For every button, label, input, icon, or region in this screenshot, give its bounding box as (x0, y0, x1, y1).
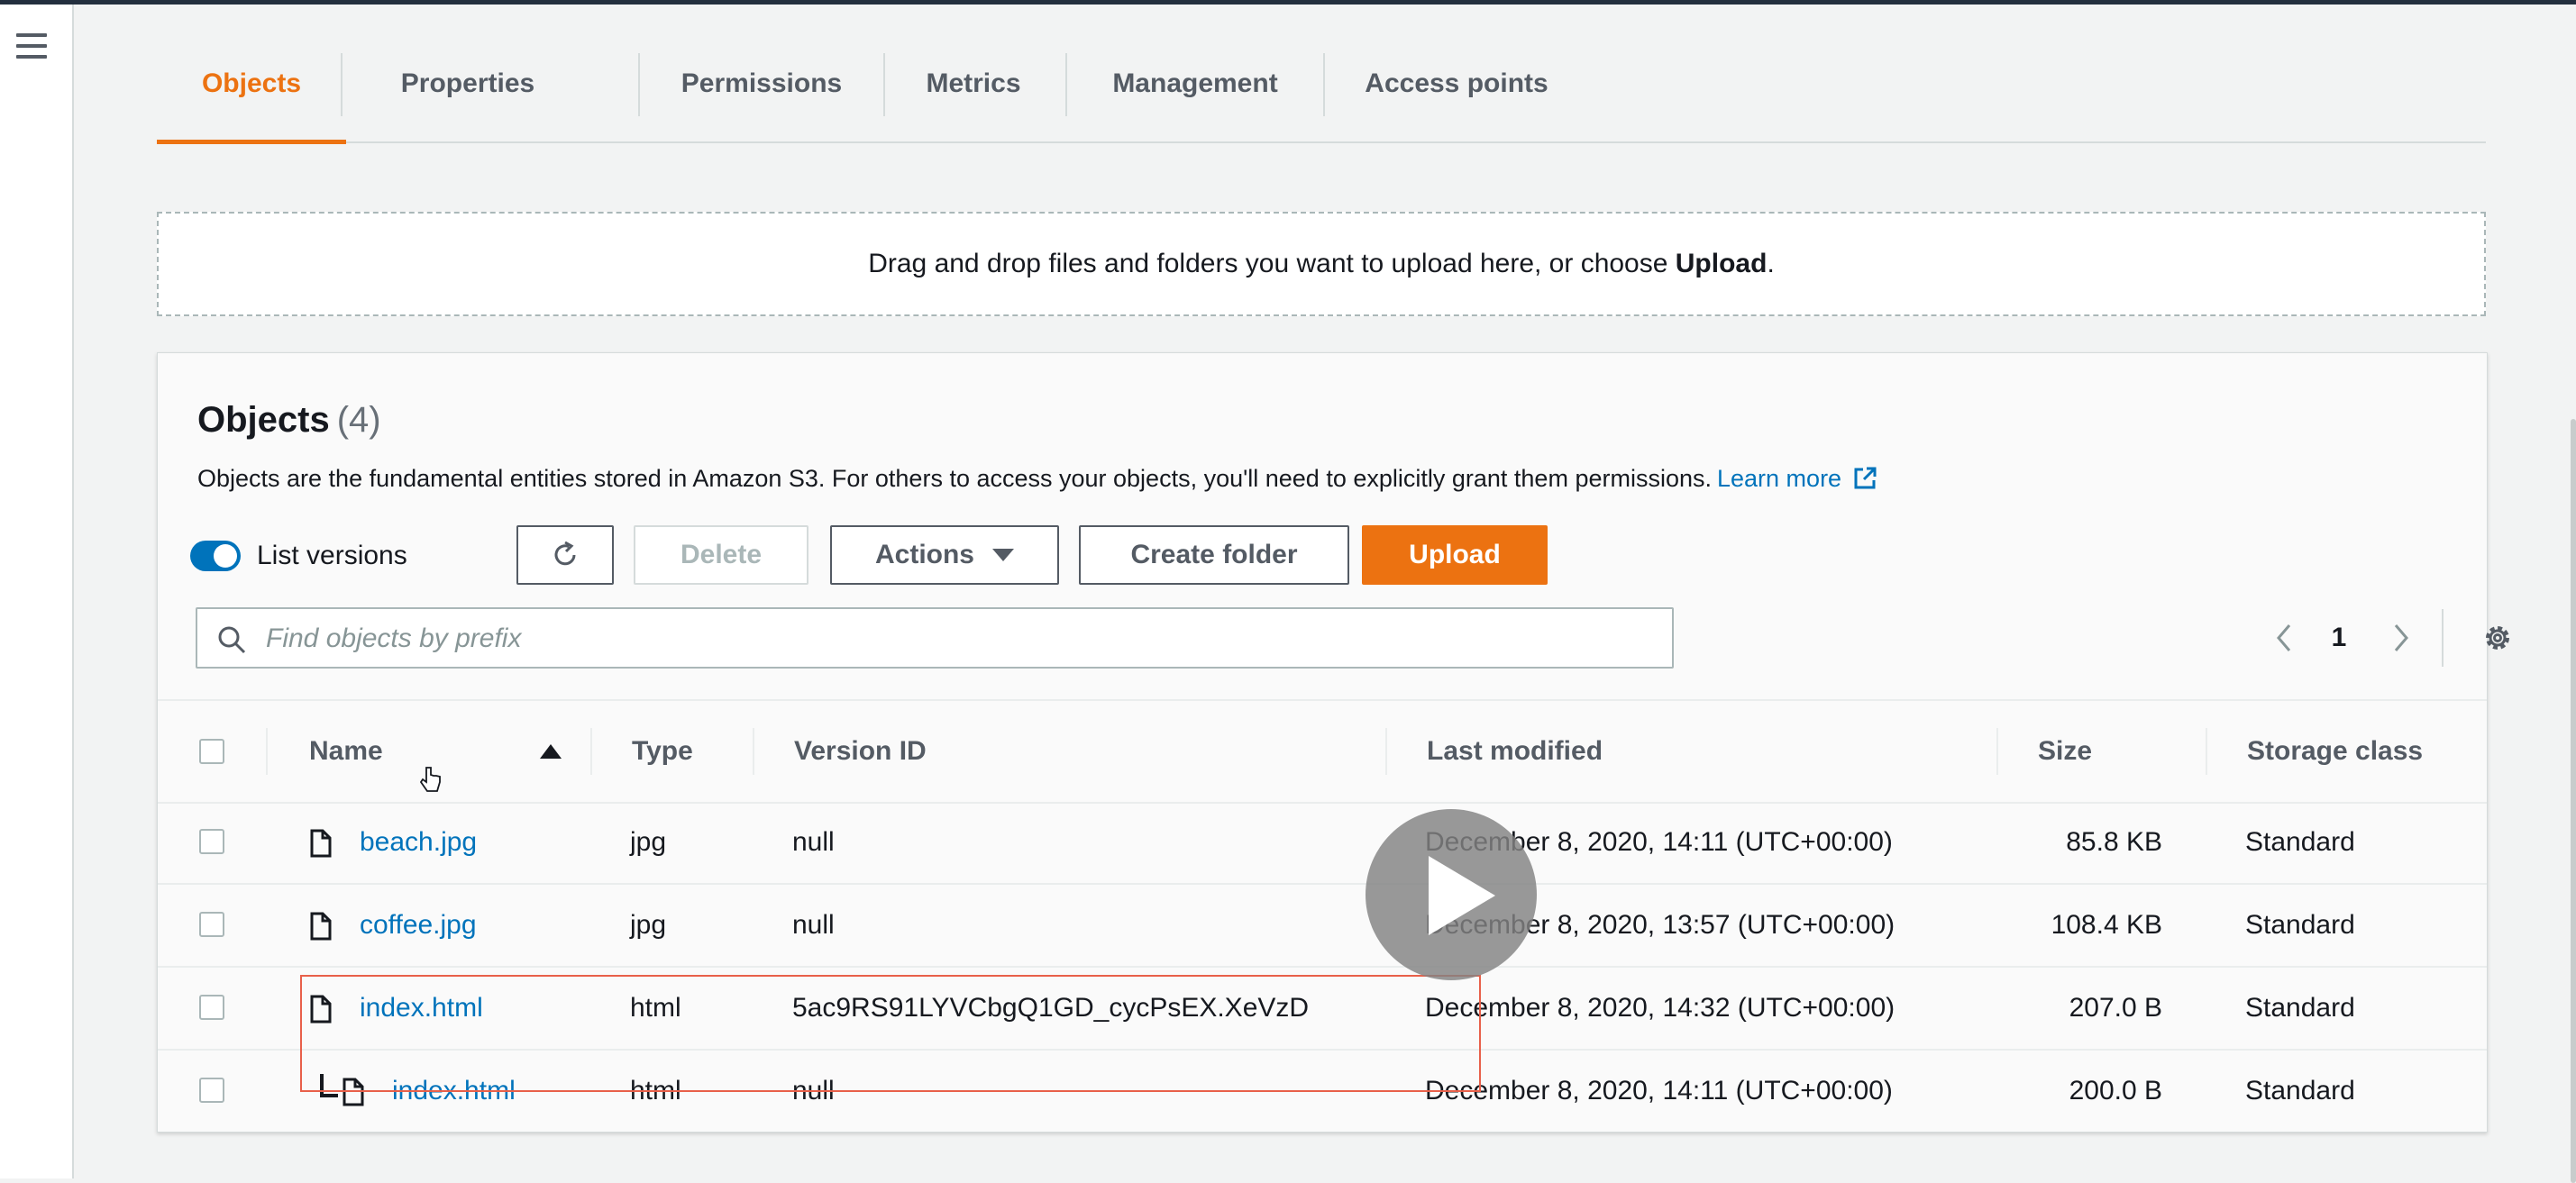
chevron-left-icon[interactable] (2267, 620, 2303, 656)
column-header-size[interactable]: Size (2038, 701, 2092, 802)
row-checkbox[interactable] (199, 912, 224, 937)
column-header-type[interactable]: Type (632, 701, 693, 802)
sort-ascending-icon[interactable] (540, 744, 562, 759)
external-link-icon[interactable] (1852, 466, 1877, 491)
object-size: 207.0 B (2069, 993, 2162, 1023)
caret-down-icon (992, 549, 1014, 561)
actions-label: Actions (874, 540, 974, 569)
create-folder-button[interactable]: Create folder (1079, 525, 1349, 585)
column-divider (590, 728, 592, 775)
list-versions-toggle[interactable] (190, 541, 241, 571)
column-divider (753, 728, 754, 775)
object-version-id: null (792, 910, 835, 940)
version-branch-icon (320, 1074, 338, 1097)
object-name-link[interactable]: coffee.jpg (360, 885, 477, 966)
tab-access-points[interactable]: Access points (1323, 41, 1590, 141)
dropzone-text: Drag and drop files and folders you want… (868, 249, 1775, 278)
panel-title: Objects (4) (197, 400, 381, 440)
upload-button[interactable]: Upload (1362, 525, 1548, 585)
column-header-version-id[interactable]: Version ID (794, 701, 927, 802)
object-name-link[interactable]: index.html (360, 968, 483, 1049)
object-last-modified: December 8, 2020, 14:11 (UTC+00:00) (1425, 1076, 1893, 1106)
search-field (196, 607, 1674, 669)
tab-permissions[interactable]: Permissions (638, 41, 885, 141)
select-all-checkbox[interactable] (199, 739, 224, 764)
object-name-link[interactable]: index.html (392, 1051, 516, 1132)
object-version-id: null (792, 1076, 835, 1106)
column-divider (1385, 728, 1387, 775)
object-last-modified: December 8, 2020, 14:32 (UTC+00:00) (1425, 993, 1895, 1023)
object-version-id: null (792, 827, 835, 857)
object-type: jpg (630, 827, 667, 857)
toggle-knob (214, 544, 237, 568)
scrollbar[interactable] (2571, 419, 2576, 1183)
object-size: 85.8 KB (2066, 827, 2162, 857)
play-button[interactable] (1366, 809, 1537, 980)
row-checkbox[interactable] (199, 829, 224, 854)
search-input[interactable] (264, 618, 1656, 660)
row-checkbox[interactable] (199, 995, 224, 1020)
list-versions-label: List versions (257, 541, 407, 570)
object-version-id: 5ac9RS91LYVCbgQ1GD_cycPsEX.XeVzD (792, 993, 1310, 1023)
file-icon (310, 912, 332, 941)
object-type: html (630, 993, 681, 1023)
main-content: Objects Properties Permissions Metrics M… (74, 5, 2576, 1183)
object-size: 108.4 KB (2051, 910, 2162, 940)
table-row: coffee.jpg jpg null December 8, 2020, 13… (158, 885, 2487, 968)
search-icon (218, 626, 246, 654)
object-storage-class: Standard (2245, 827, 2355, 857)
column-header-storage-class[interactable]: Storage class (2247, 701, 2423, 802)
table-row-version: index.html html null December 8, 2020, 1… (158, 1051, 2487, 1132)
object-storage-class: Standard (2245, 993, 2355, 1023)
tab-metrics[interactable]: Metrics (883, 41, 1064, 141)
object-count: (4) (336, 400, 381, 440)
file-icon (310, 995, 332, 1024)
refresh-button[interactable] (516, 525, 614, 585)
tab-management[interactable]: Management (1065, 41, 1325, 141)
file-icon (310, 829, 332, 858)
column-divider (1996, 728, 1998, 775)
file-icon (343, 1078, 364, 1106)
tab-divider (341, 53, 343, 116)
settings-icon[interactable] (2481, 622, 2514, 654)
column-header-last-modified[interactable]: Last modified (1427, 701, 1603, 802)
object-storage-class: Standard (2245, 910, 2355, 940)
tab-bar: Objects Properties Permissions Metrics M… (157, 41, 2486, 144)
object-storage-class: Standard (2245, 1076, 2355, 1106)
delete-button[interactable]: Delete (634, 525, 808, 585)
object-size: 200.0 B (2069, 1076, 2162, 1106)
tab-objects[interactable]: Objects (157, 41, 346, 144)
side-navigation (0, 5, 74, 1178)
table-row: beach.jpg jpg null December 8, 2020, 14:… (158, 802, 2487, 885)
column-divider (2206, 728, 2207, 775)
object-name-link[interactable]: beach.jpg (360, 802, 477, 883)
learn-more-link[interactable]: Learn more (1717, 465, 1841, 492)
upload-dropzone[interactable]: Drag and drop files and folders you want… (157, 212, 2486, 316)
table-header: Name Type Version ID Last modified Size … (158, 699, 2487, 804)
chevron-right-icon[interactable] (2382, 620, 2418, 656)
tab-properties[interactable]: Properties (346, 41, 589, 141)
actions-button[interactable]: Actions (830, 525, 1059, 585)
column-divider (266, 728, 268, 775)
page-number[interactable]: 1 (2321, 614, 2357, 661)
object-type: jpg (630, 910, 667, 940)
row-checkbox[interactable] (199, 1078, 224, 1103)
play-icon (1429, 856, 1495, 935)
panel-description: Objects are the fundamental entities sto… (197, 465, 1877, 493)
table-row: index.html html 5ac9RS91LYVCbgQ1GD_cycPs… (158, 968, 2487, 1051)
pagination-divider (2442, 609, 2444, 667)
object-type: html (630, 1076, 681, 1106)
objects-panel: Objects (4) Objects are the fundamental e… (157, 352, 2509, 1133)
refresh-icon (554, 541, 576, 566)
menu-icon[interactable] (16, 33, 47, 59)
pointer-cursor-icon (419, 767, 441, 792)
column-header-name[interactable]: Name (309, 701, 383, 802)
